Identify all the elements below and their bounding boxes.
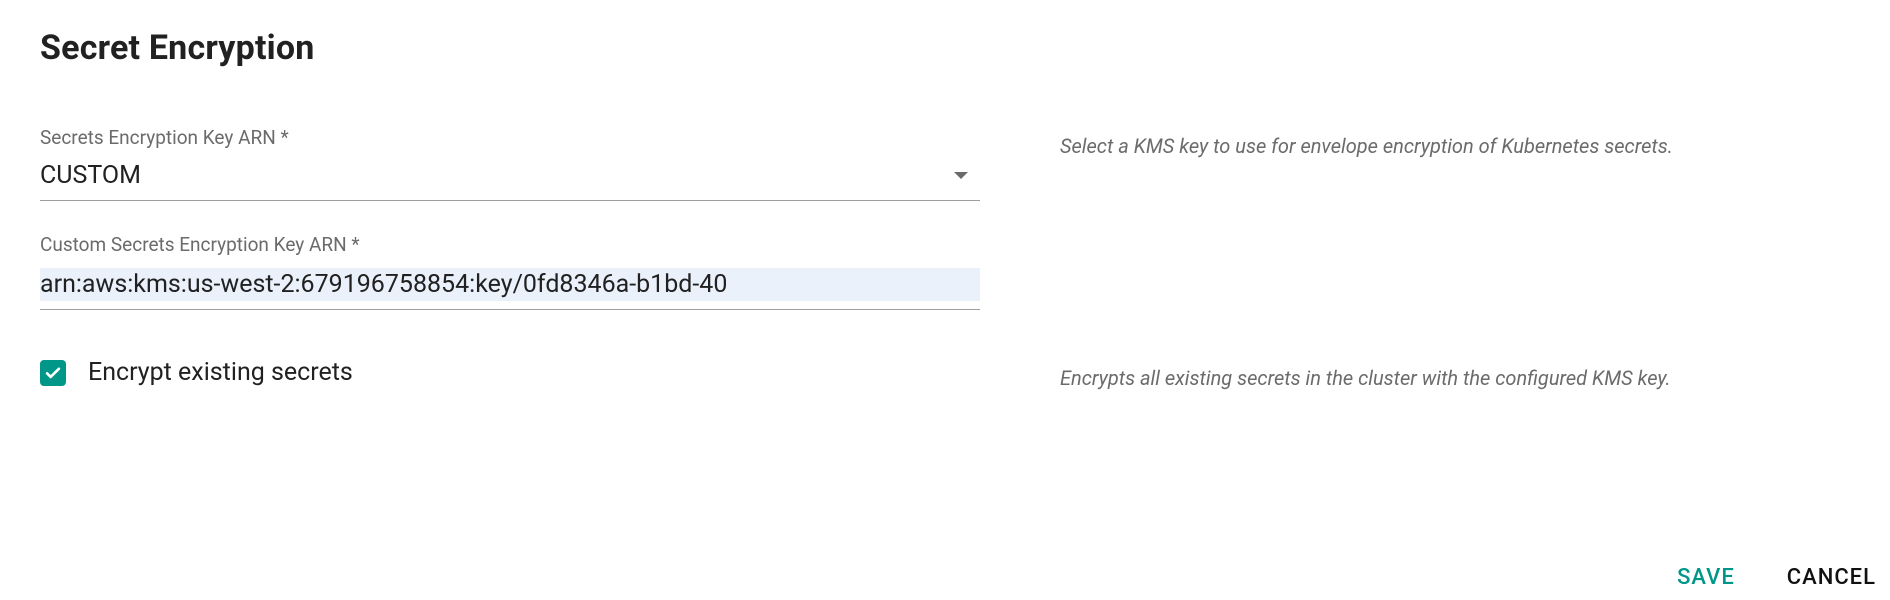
chevron-down-icon bbox=[954, 172, 968, 179]
check-icon bbox=[43, 363, 63, 383]
cancel-button[interactable]: CANCEL bbox=[1785, 561, 1878, 594]
dialog-actions: SAVE CANCEL bbox=[1675, 561, 1878, 594]
page-title: Secret Encryption bbox=[40, 28, 1850, 68]
key-arn-label: Secrets Encryption Key ARN * bbox=[40, 126, 980, 149]
key-arn-select[interactable]: CUSTOM bbox=[40, 155, 980, 201]
key-arn-value: CUSTOM bbox=[40, 161, 141, 190]
save-button[interactable]: SAVE bbox=[1675, 561, 1737, 594]
custom-arn-input[interactable] bbox=[40, 268, 980, 301]
encrypt-existing-helper: Encrypts all existing secrets in the clu… bbox=[1060, 364, 1850, 392]
encrypt-existing-label: Encrypt existing secrets bbox=[88, 358, 353, 387]
key-arn-helper: Select a KMS key to use for envelope enc… bbox=[1060, 132, 1850, 160]
custom-arn-label: Custom Secrets Encryption Key ARN * bbox=[40, 233, 980, 256]
encrypt-existing-checkbox[interactable] bbox=[40, 360, 66, 386]
